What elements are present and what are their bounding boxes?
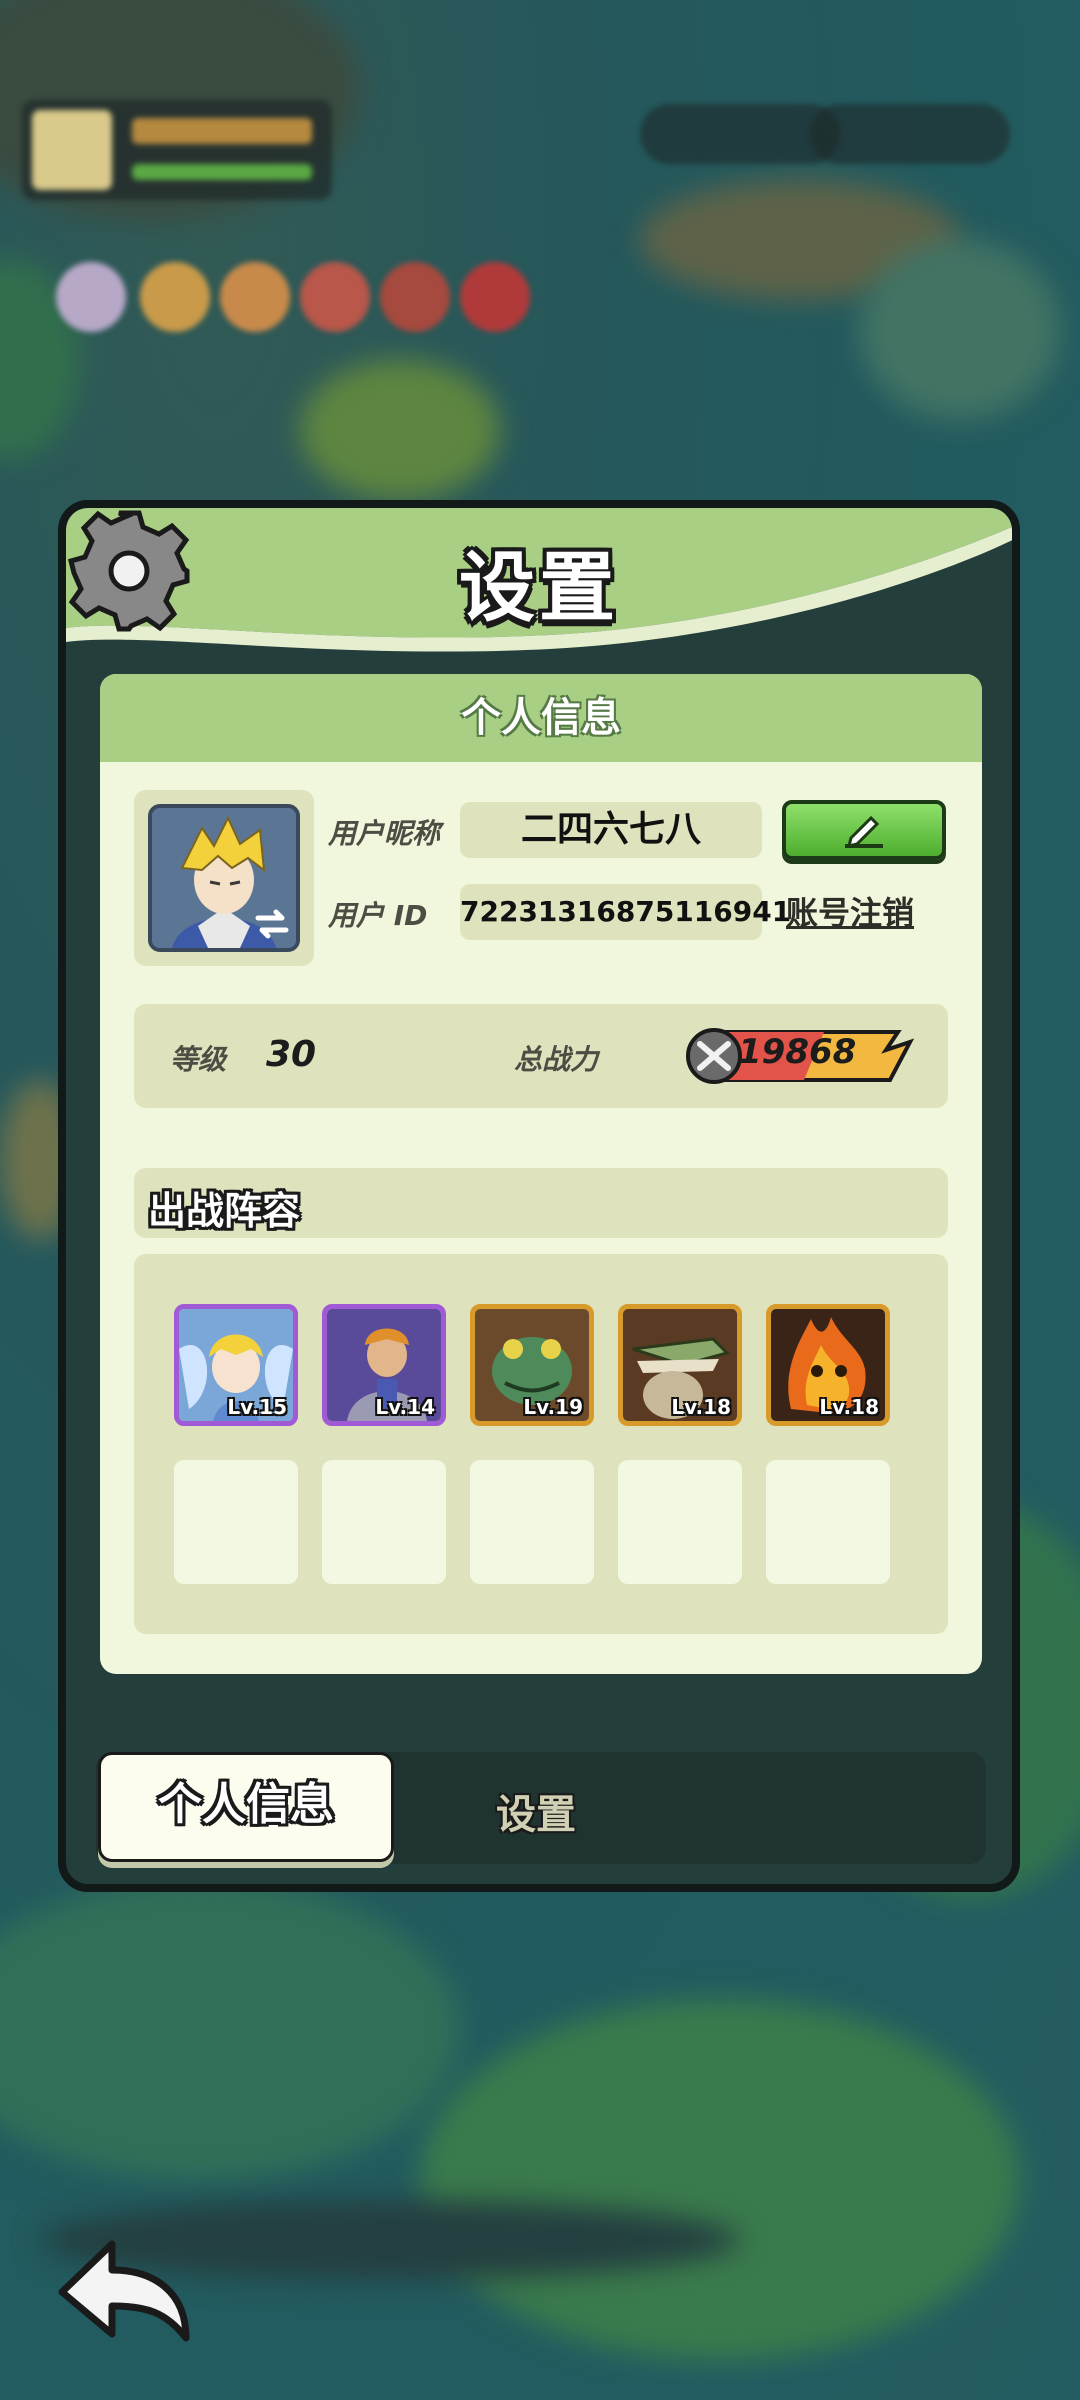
empty-hero-slot[interactable] xyxy=(618,1460,742,1584)
power-label: 总战力 xyxy=(514,1043,599,1076)
player-hud xyxy=(22,100,332,200)
page-title: 设置 xyxy=(459,543,619,632)
empty-hero-slot[interactable] xyxy=(322,1460,446,1584)
empty-hero-slot[interactable] xyxy=(470,1460,594,1584)
hero-card[interactable]: Lv.18 xyxy=(618,1304,742,1426)
hero-card[interactable]: Lv.15 xyxy=(174,1304,298,1426)
hero-level: Lv.14 xyxy=(375,1395,435,1419)
section-title: 个人信息 xyxy=(100,674,982,762)
hud-hero-icon xyxy=(140,262,210,332)
tab-bar: 个人信息 设置 xyxy=(96,1752,986,1864)
settings-panel: 设置 个人信息 用户昵称 二四六七八 用户 ID 722313168751169… xyxy=(58,500,1020,1892)
power-value: 19868 xyxy=(738,1032,857,1072)
edit-nickname-button[interactable] xyxy=(782,800,946,860)
nickname-label: 用户昵称 xyxy=(328,817,441,850)
back-arrow-icon[interactable] xyxy=(54,2236,194,2346)
hud-hero-icon xyxy=(56,262,126,332)
hud-gold-counter xyxy=(810,104,1010,164)
hud-hero-icon xyxy=(220,262,290,332)
hero-level: Lv.19 xyxy=(523,1395,583,1419)
stats-bar: 等级 30 总战力 19868 xyxy=(134,1004,948,1108)
level-value: 30 xyxy=(266,1034,317,1075)
hero-card[interactable]: Lv.19 xyxy=(470,1304,594,1426)
user-id-field: 72231316875116941 xyxy=(460,884,791,940)
lineup-area: Lv.15 Lv.14 Lv.19 Lv.18 Lv.18 xyxy=(134,1254,948,1634)
empty-hero-slot[interactable] xyxy=(766,1460,890,1584)
hero-card[interactable]: Lv.18 xyxy=(766,1304,890,1426)
tab-settings[interactable]: 设置 xyxy=(496,1782,576,1840)
hud-hero-icon xyxy=(380,262,450,332)
level-label: 等级 xyxy=(170,1043,227,1076)
lineup-header: 出战阵容 xyxy=(134,1168,948,1238)
account-deletion-link[interactable]: 账号注销 xyxy=(786,888,914,934)
tab-profile[interactable]: 个人信息 xyxy=(98,1752,394,1862)
nickname-field: 二四六七八 xyxy=(460,802,762,858)
hero-level: Lv.15 xyxy=(227,1395,287,1419)
user-id-label: 用户 ID xyxy=(328,899,428,932)
avatar-frame xyxy=(134,790,314,966)
lineup-title: 出战阵容 xyxy=(148,1189,301,1233)
empty-hero-slot[interactable] xyxy=(174,1460,298,1584)
hero-level: Lv.18 xyxy=(819,1395,879,1419)
pencil-icon xyxy=(845,815,883,849)
hud-name-plate xyxy=(132,118,312,144)
hero-card[interactable]: Lv.14 xyxy=(322,1304,446,1426)
hero-level: Lv.18 xyxy=(671,1395,731,1419)
hud-hero-icon xyxy=(300,262,370,332)
profile-content: 个人信息 用户昵称 二四六七八 用户 ID 72231316875116941 … xyxy=(100,674,982,1674)
swap-icon[interactable] xyxy=(252,904,292,944)
hud-avatar xyxy=(32,110,112,190)
avatar[interactable] xyxy=(148,804,300,952)
panel-header: 设置 xyxy=(66,508,1012,658)
hud-progress-bar xyxy=(132,164,312,180)
hud-hero-icon xyxy=(460,262,530,332)
